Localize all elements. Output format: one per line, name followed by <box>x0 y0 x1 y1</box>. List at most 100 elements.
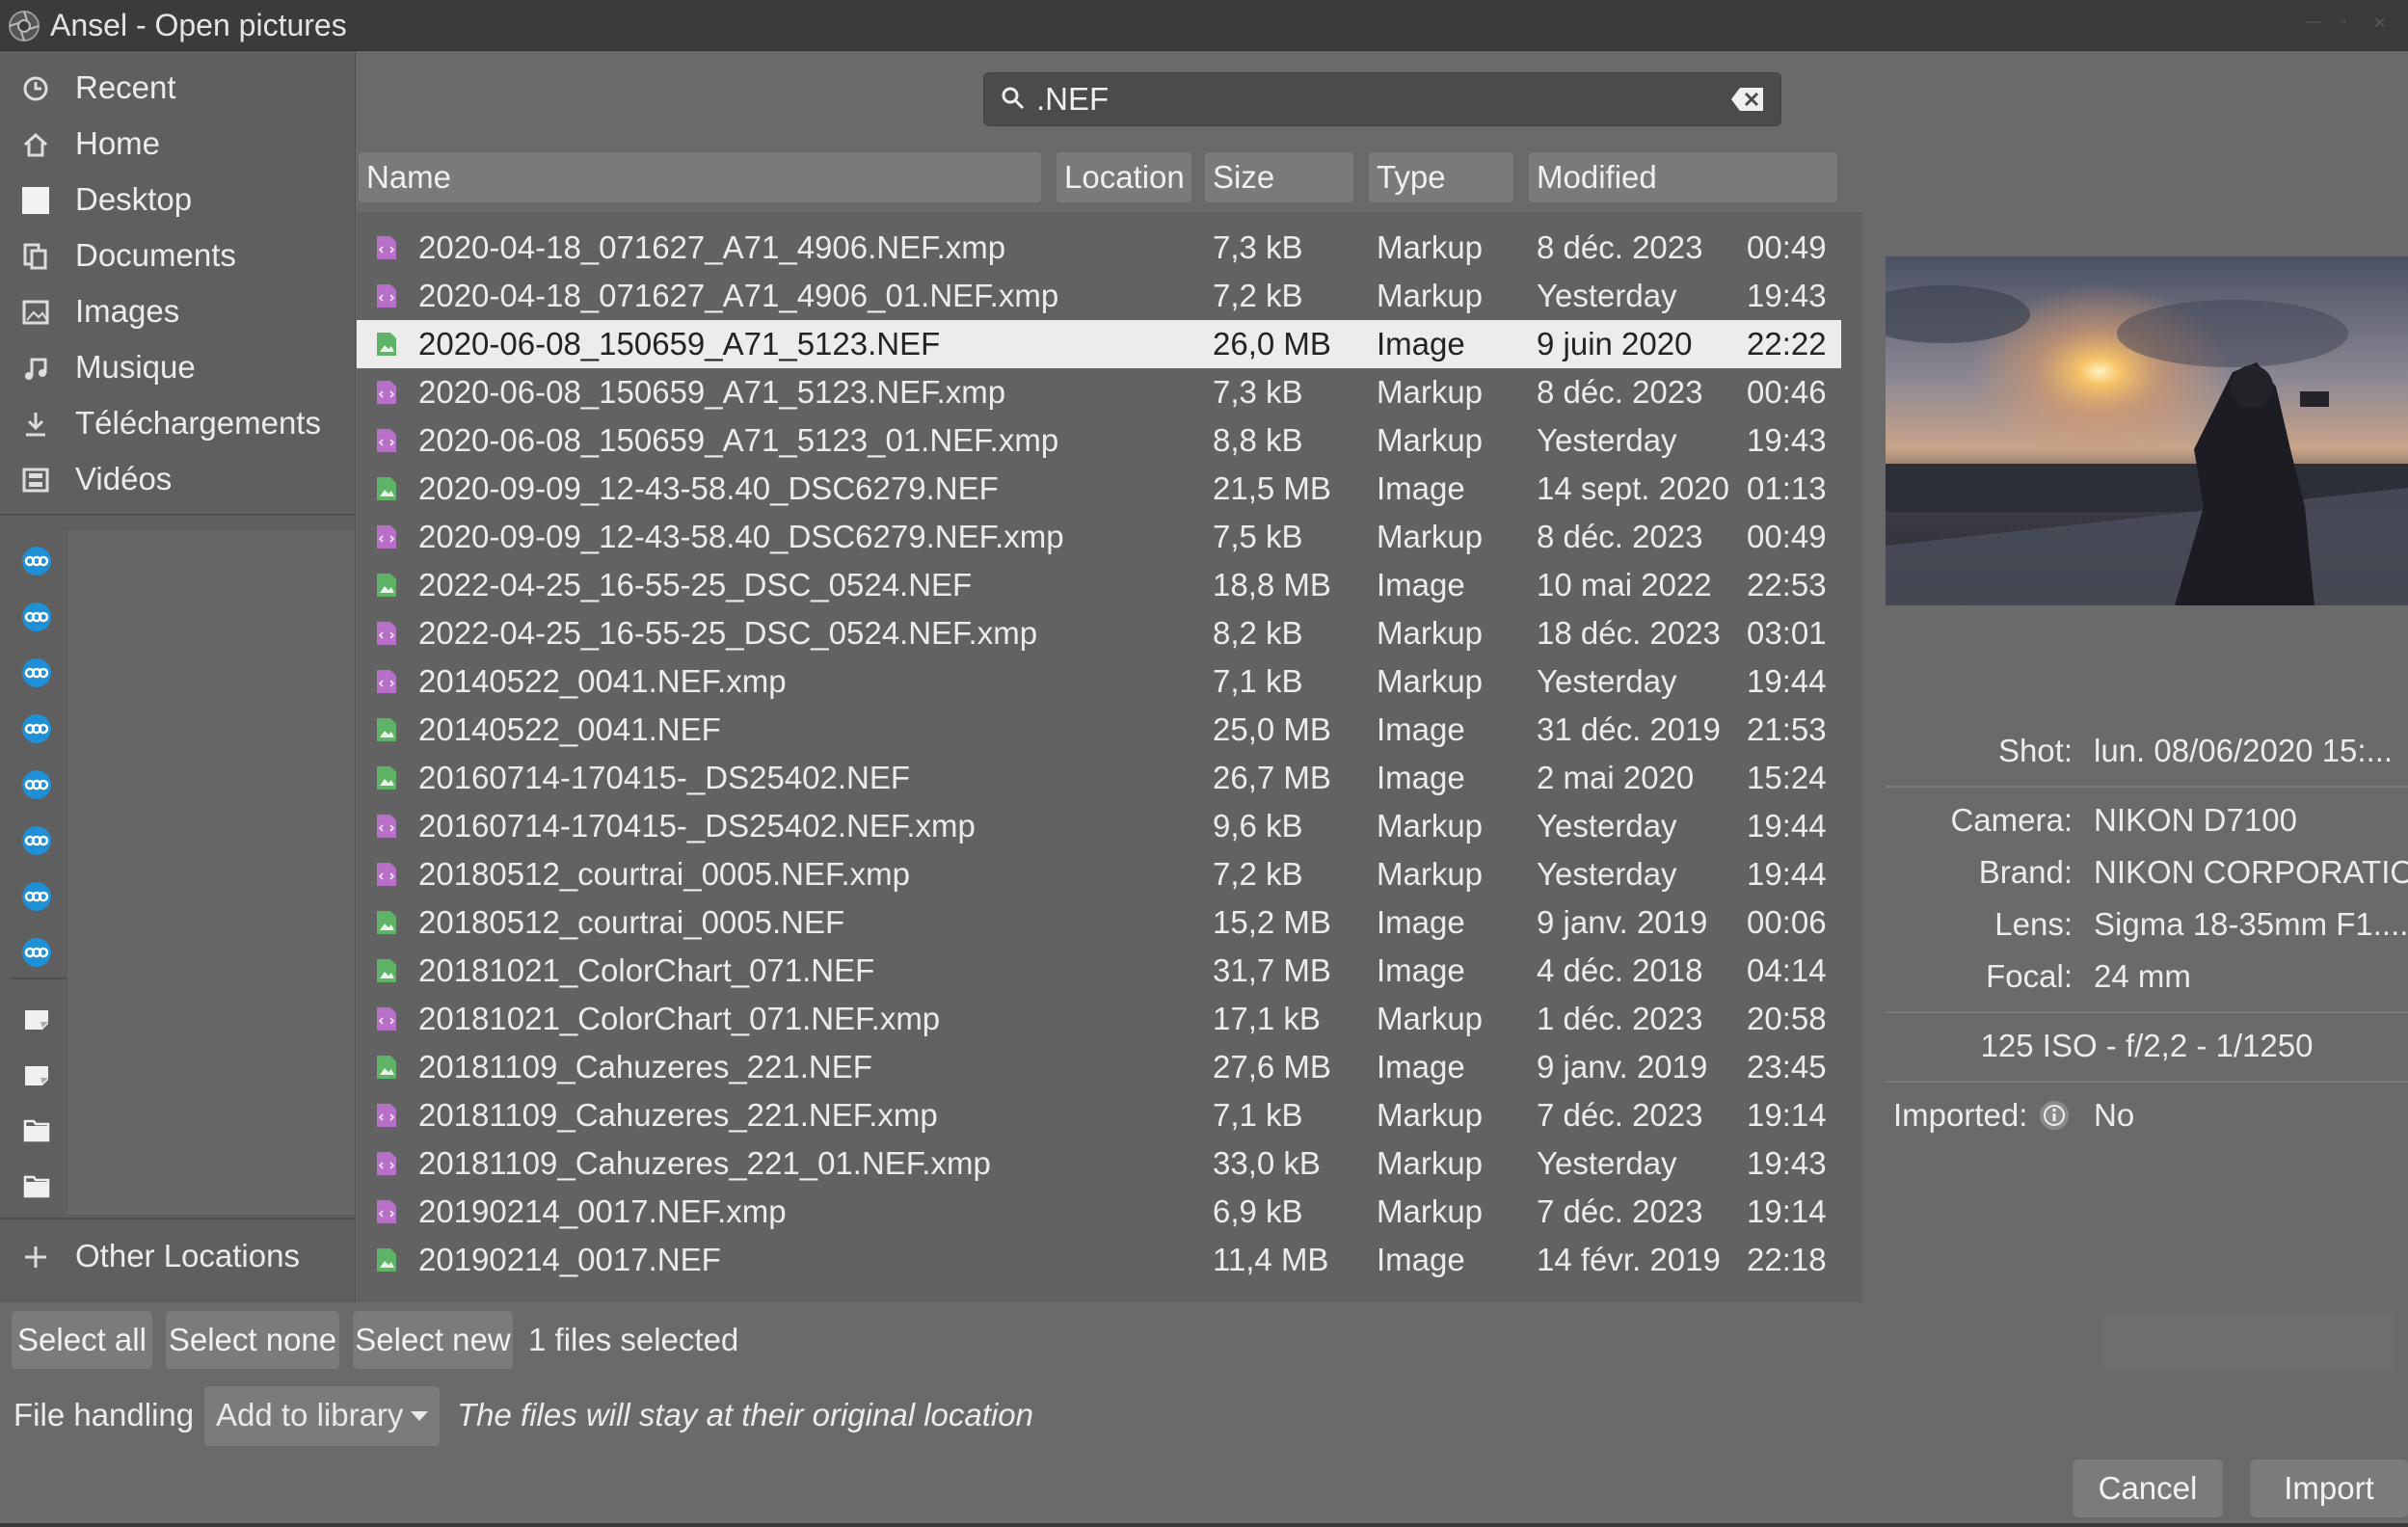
file-row[interactable]: 2022-04-25_16-55-25_DSC_0524.NEF.xmp 8,2 … <box>357 609 1841 657</box>
file-row[interactable]: 20160714-170415-_DS25402.NEF 26,7 MB Image… <box>357 754 1841 802</box>
shot-label: Shot: <box>1997 733 2073 768</box>
sidebar-divider <box>0 514 355 516</box>
file-name: 2020-04-18_071627_A71_4906_01.NEF.xmp <box>418 278 1059 313</box>
file-modified-time: 19:44 <box>1747 808 1827 844</box>
file-list[interactable]: 2020-04-18_071627_A71_4906.NEF.xmp 7,3 kB… <box>357 212 1862 1302</box>
file-row[interactable]: 20181109_Cahuzeres_221_01.NEF.xmp 33,0 kB… <box>357 1139 1841 1188</box>
file-type: Markup <box>1377 278 1484 313</box>
network-drive-icon[interactable] <box>21 546 52 576</box>
file-name: 20181109_Cahuzeres_221_01.NEF.xmp <box>418 1145 991 1181</box>
file-size: 9,6 kB <box>1213 808 1303 844</box>
network-drive-icon[interactable] <box>21 825 52 856</box>
file-row[interactable]: 2020-06-08_150659_A71_5123.NEF.xmp 7,3 kB… <box>357 368 1841 416</box>
file-modified-date: 7 déc. 2023 <box>1537 1193 1703 1229</box>
file-row[interactable]: 20140522_0041.NEF 25,0 MB Image 31 déc. 201… <box>357 706 1841 754</box>
select-new-button[interactable]: Select new <box>353 1311 513 1369</box>
file-modified-time: 00:49 <box>1747 229 1827 265</box>
folder-icon[interactable] <box>21 1170 52 1201</box>
drive-icon[interactable] <box>21 1058 52 1089</box>
column-header-modified[interactable]: Modified <box>1529 152 1837 202</box>
maximize-icon[interactable]: ▫ <box>2341 13 2358 31</box>
file-name: 20190214_0017.NEF <box>418 1242 721 1277</box>
file-name: 20190214_0017.NEF.xmp <box>418 1193 787 1229</box>
network-drive-icon[interactable] <box>21 713 52 744</box>
sidebar-item-label: Vidéos <box>75 461 173 496</box>
lens-label: Lens: <box>1994 906 2073 942</box>
image-file-icon <box>377 911 396 934</box>
documents-icon <box>23 243 47 270</box>
clear-search-icon[interactable] <box>1730 86 1765 113</box>
file-modified-time: 19:14 <box>1747 1097 1827 1133</box>
column-header-type[interactable]: Type <box>1369 152 1513 202</box>
file-row[interactable]: 20190214_0017.NEF 11,4 MB Image 14 févr. 20… <box>357 1236 1841 1284</box>
sidebar-item-home[interactable]: Home <box>0 117 355 171</box>
file-modified-date: 8 déc. 2023 <box>1537 374 1703 410</box>
network-drive-icon[interactable] <box>21 881 52 912</box>
file-row[interactable]: 2020-09-09_12-43-58.40_DSC6279.NEF.xmp 7,… <box>357 513 1841 561</box>
sidebar-item-musique[interactable]: Musique <box>0 340 355 394</box>
folder-icon[interactable] <box>21 1114 52 1145</box>
file-row[interactable]: 20180512_courtrai_0005.NEF.xmp 7,2 kB Mark… <box>357 850 1841 898</box>
window-bottom-border <box>0 1523 2408 1527</box>
file-modified-date: 7 déc. 2023 <box>1537 1097 1703 1133</box>
xmp-file-icon <box>377 284 396 308</box>
network-drive-icon[interactable] <box>21 769 52 800</box>
file-row[interactable]: 20160714-170415-_DS25402.NEF.xmp 9,6 kB Ma… <box>357 802 1841 850</box>
cancel-button[interactable]: Cancel <box>2073 1460 2223 1517</box>
network-drive-icon[interactable] <box>21 602 52 632</box>
image-file-icon <box>377 1248 396 1272</box>
drive-icon[interactable] <box>21 1003 52 1033</box>
file-row[interactable]: 2022-04-25_16-55-25_DSC_0524.NEF 18,8 MB I… <box>357 561 1841 609</box>
sidebar-item-other-locations[interactable]: Other Locations <box>0 1229 355 1283</box>
file-row[interactable]: 2020-04-18_071627_A71_4906.NEF.xmp 7,3 kB… <box>357 224 1841 272</box>
file-row[interactable]: 2020-04-18_071627_A71_4906_01.NEF.xmp 7,2… <box>357 272 1841 320</box>
sidebar-item-videos[interactable]: Vidéos <box>0 452 355 506</box>
video-icon <box>22 468 49 493</box>
file-type: Image <box>1377 760 1465 795</box>
music-icon <box>25 358 47 380</box>
sidebar-item-images[interactable]: Images <box>0 284 355 338</box>
file-row[interactable]: 20181109_Cahuzeres_221.NEF 27,6 MB Image 9 … <box>357 1043 1841 1091</box>
sidebar-item-documents[interactable]: Documents <box>0 228 355 282</box>
file-row[interactable]: 20181109_Cahuzeres_221.NEF.xmp 7,1 kB Mark… <box>357 1091 1841 1139</box>
sidebar-item-telechargements[interactable]: Téléchargements <box>0 396 355 450</box>
ansel-logo-icon <box>9 11 40 41</box>
search-input[interactable]: .NEF <box>983 72 1781 126</box>
file-row[interactable]: 20180512_courtrai_0005.NEF 15,2 MB Image 9 … <box>357 898 1841 947</box>
file-handling-dropdown[interactable]: Add to library <box>204 1386 440 1446</box>
file-row[interactable]: 2020-09-09_12-43-58.40_DSC6279.NEF 21,5 M… <box>357 465 1841 513</box>
import-button[interactable]: Import <box>2250 1460 2408 1517</box>
column-header-location[interactable]: Location <box>1057 152 1191 202</box>
xmp-file-icon <box>377 863 396 886</box>
file-row[interactable]: 20181021_ColorChart_071.NEF 31,7 MB Image 4… <box>357 947 1841 995</box>
file-name: 2022-04-25_16-55-25_DSC_0524.NEF <box>418 567 973 603</box>
file-modified-time: 19:43 <box>1747 1145 1827 1181</box>
sidebar-item-desktop[interactable]: Desktop <box>0 173 355 227</box>
file-modified-date: Yesterday <box>1537 278 1677 313</box>
network-drive-icon[interactable] <box>21 937 52 968</box>
select-all-button[interactable]: Select all <box>12 1311 152 1369</box>
file-modified-date: 10 mai 2022 <box>1537 567 1712 603</box>
file-row[interactable]: 20181021_ColorChart_071.NEF.xmp 17,1 kB Ma… <box>357 995 1841 1043</box>
file-name: 2020-04-18_071627_A71_4906.NEF.xmp <box>418 229 1006 265</box>
sidebar-item-recent[interactable]: Recent <box>0 61 355 115</box>
file-name: 20180512_courtrai_0005.NEF.xmp <box>418 856 911 892</box>
close-icon[interactable]: ✕ <box>2373 13 2391 32</box>
file-row[interactable]: 2020-06-08_150659_A71_5123_01.NEF.xmp 8,8… <box>357 416 1841 465</box>
file-row[interactable]: 2020-06-08_150659_A71_5123.NEF 26,0 MB Ima… <box>357 320 1841 368</box>
file-size: 7,3 kB <box>1213 229 1303 265</box>
minimize-icon[interactable]: — <box>2306 13 2323 31</box>
info-icon[interactable] <box>2038 1099 2071 1132</box>
file-modified-time: 20:58 <box>1747 1001 1827 1036</box>
column-header-size[interactable]: Size <box>1205 152 1353 202</box>
file-name: 20140522_0041.NEF.xmp <box>418 663 787 699</box>
file-size: 21,5 MB <box>1213 470 1331 506</box>
file-row[interactable]: 20190214_0017.NEF.xmp 6,9 kB Markup 7 déc. … <box>357 1188 1841 1236</box>
file-row[interactable]: 20140522_0041.NEF.xmp 7,1 kB Markup Yesterd… <box>357 657 1841 706</box>
file-modified-date: 8 déc. 2023 <box>1537 519 1703 554</box>
xmp-file-icon <box>377 815 396 838</box>
select-none-button[interactable]: Select none <box>166 1311 339 1369</box>
network-drive-icon[interactable] <box>21 657 52 688</box>
column-header-name[interactable]: Name <box>359 152 1041 202</box>
images-icon <box>22 300 49 325</box>
